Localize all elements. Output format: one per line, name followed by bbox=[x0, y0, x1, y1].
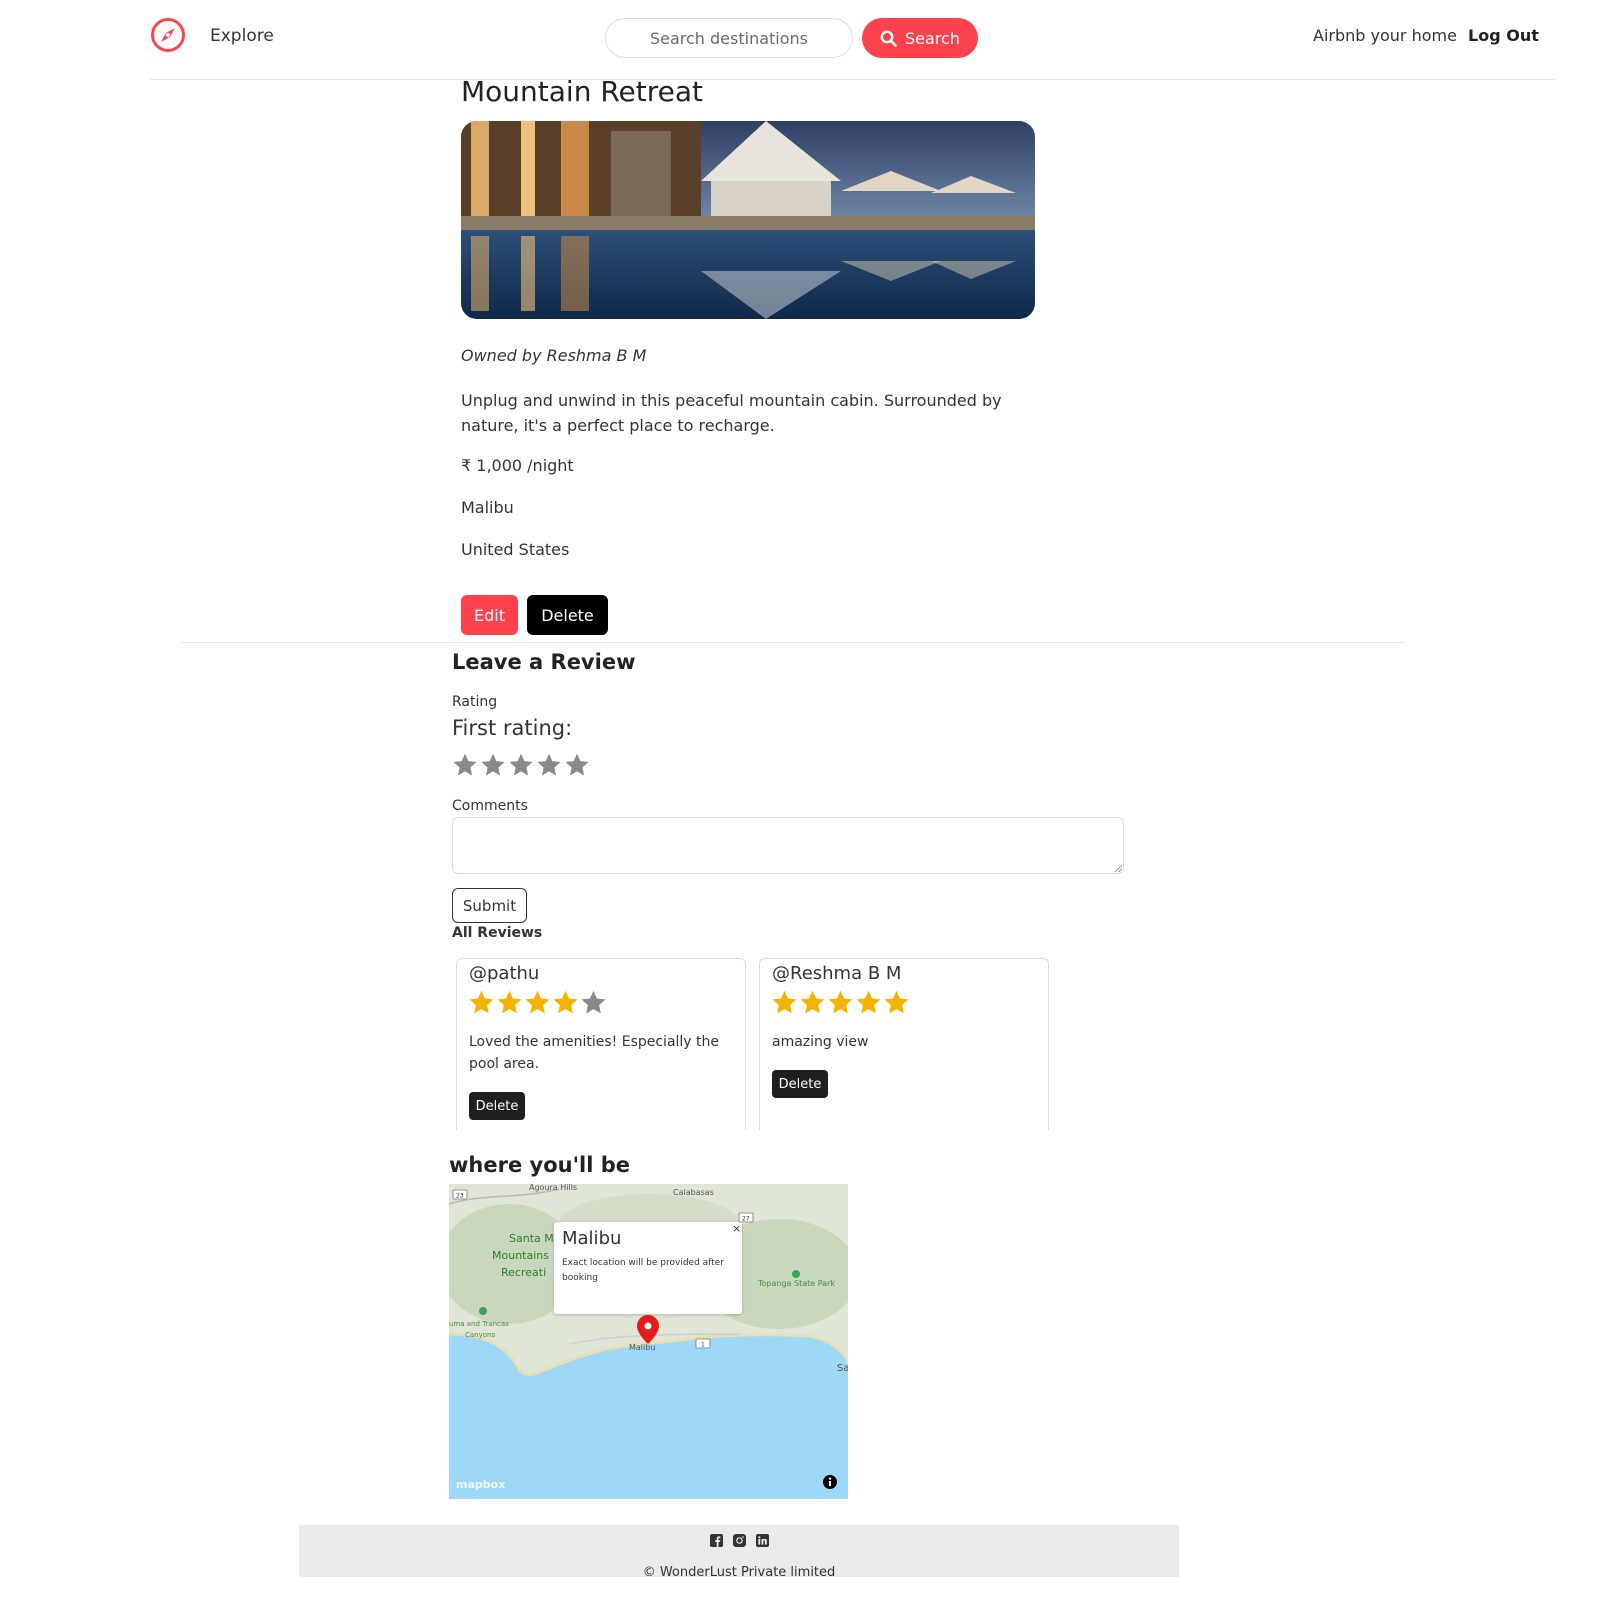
submit-review-button[interactable]: Submit bbox=[452, 888, 527, 923]
delete-review-button[interactable]: Delete bbox=[772, 1070, 828, 1098]
compass-icon[interactable] bbox=[150, 17, 186, 53]
resize-handle-icon[interactable] bbox=[1114, 864, 1122, 872]
footer: © WonderLust Private limited bbox=[299, 1525, 1179, 1580]
star-filled-icon bbox=[553, 990, 578, 1014]
rating-star-1-icon[interactable] bbox=[452, 752, 478, 778]
star-filled-icon bbox=[525, 990, 550, 1014]
rating-star-5-icon[interactable] bbox=[564, 752, 590, 778]
rating-star-4-icon[interactable] bbox=[536, 752, 562, 778]
listing-description: Unplug and unwind in this peaceful mount… bbox=[461, 391, 1002, 435]
first-rating-label: First rating: bbox=[452, 716, 573, 740]
star-filled-icon bbox=[828, 990, 853, 1014]
mapbox-logo[interactable]: mapbox bbox=[456, 1478, 505, 1491]
map-heading: where you'll be bbox=[449, 1153, 630, 1177]
star-empty-icon bbox=[581, 990, 606, 1014]
search-input[interactable] bbox=[605, 18, 853, 58]
listing-title: Mountain Retreat bbox=[461, 75, 704, 108]
delete-listing-button[interactable]: Delete bbox=[527, 595, 608, 635]
review-comment: amazing view bbox=[772, 1034, 869, 1050]
listing-owner: Owned by Reshma B M bbox=[461, 346, 647, 365]
edit-listing-button[interactable]: Edit bbox=[461, 595, 518, 635]
map-label-canyons-2: Canyons bbox=[465, 1331, 495, 1339]
review-stars bbox=[468, 989, 607, 1016]
delete-review-button[interactable]: Delete bbox=[469, 1092, 525, 1120]
star-filled-icon bbox=[856, 990, 881, 1014]
linkedin-icon[interactable] bbox=[755, 1534, 769, 1547]
facebook-icon[interactable] bbox=[709, 1534, 723, 1547]
star-filled-icon bbox=[772, 990, 797, 1014]
nav-airbnb-your-home-link[interactable]: Airbnb your home bbox=[1313, 26, 1457, 45]
review-author: @pathu bbox=[469, 963, 540, 984]
map-popup: Malibu Exact location will be provided a… bbox=[554, 1222, 742, 1314]
all-reviews-heading: All Reviews bbox=[452, 925, 543, 941]
mapbox-logo-text: mapbox bbox=[456, 1478, 506, 1491]
map-label-santa-monica-3: Recreati bbox=[501, 1266, 546, 1279]
navbar: Explore Search Airbnb your home Log Out bbox=[150, 0, 1555, 80]
map-label-agoura-hills: Agoura Hills bbox=[529, 1184, 577, 1192]
listing-price: ₹ 1,000 /night bbox=[461, 456, 574, 475]
listing-country: United States bbox=[461, 540, 570, 559]
nav-explore-link[interactable]: Explore bbox=[210, 26, 274, 46]
location-map[interactable]: Agoura Hills Calabasas Santa M Mountains… bbox=[449, 1184, 848, 1499]
map-label-santa-monica-1: Santa M bbox=[509, 1232, 554, 1245]
map-label-malibu: Malibu bbox=[629, 1343, 655, 1352]
star-filled-icon bbox=[469, 990, 494, 1014]
map-popup-text: Exact location will be provided after bo… bbox=[562, 1258, 724, 1283]
instagram-icon[interactable] bbox=[732, 1534, 746, 1547]
review-author: @Reshma B M bbox=[772, 963, 902, 984]
social-links bbox=[299, 1534, 1179, 1547]
review-form-heading: Leave a Review bbox=[452, 650, 636, 674]
nav-logout-link[interactable]: Log Out bbox=[1468, 26, 1539, 45]
review-comment: Loved the amenities! Especially the pool… bbox=[469, 1034, 720, 1072]
review-stars bbox=[771, 989, 910, 1016]
search-icon bbox=[880, 30, 897, 47]
copyright-text: © WonderLust Private limited bbox=[642, 1565, 836, 1580]
map-label-santa-monica-2: Mountains bbox=[492, 1249, 549, 1262]
map-label-canyons-1: uma and Trancas bbox=[449, 1320, 509, 1328]
comments-label: Comments bbox=[452, 798, 528, 814]
comments-textarea[interactable] bbox=[452, 817, 1124, 874]
map-label-topanga: Topanga State Park bbox=[757, 1279, 835, 1288]
map-highway-27: 27 bbox=[742, 1216, 750, 1223]
star-filled-icon bbox=[800, 990, 825, 1014]
park-icon bbox=[792, 1270, 800, 1278]
search-button-label: Search bbox=[905, 28, 960, 48]
close-icon[interactable]: × bbox=[732, 1222, 741, 1235]
map-label-calabasas: Calabasas bbox=[673, 1188, 714, 1197]
park-icon bbox=[479, 1307, 487, 1315]
review-card: @pathu Loved the amenities! Especially t… bbox=[456, 958, 746, 1130]
star-rating-input[interactable] bbox=[452, 752, 590, 778]
star-filled-icon bbox=[884, 990, 909, 1014]
map-highway-1: 1 bbox=[701, 1342, 705, 1349]
section-divider bbox=[180, 642, 1405, 643]
star-filled-icon bbox=[497, 990, 522, 1014]
info-icon[interactable] bbox=[822, 1474, 838, 1490]
map-popup-title: Malibu bbox=[562, 1228, 622, 1249]
listing-location: Malibu bbox=[461, 498, 514, 517]
listing-image bbox=[461, 121, 1035, 319]
review-card: @Reshma B M amazing view Delete bbox=[759, 958, 1049, 1130]
rating-star-3-icon[interactable] bbox=[508, 752, 534, 778]
search-button[interactable]: Search bbox=[862, 18, 978, 58]
rating-star-2-icon[interactable] bbox=[480, 752, 506, 778]
map-highway-23: 23 bbox=[456, 1193, 464, 1200]
rating-label: Rating bbox=[452, 694, 498, 710]
map-label-sa: Sa bbox=[837, 1363, 848, 1374]
